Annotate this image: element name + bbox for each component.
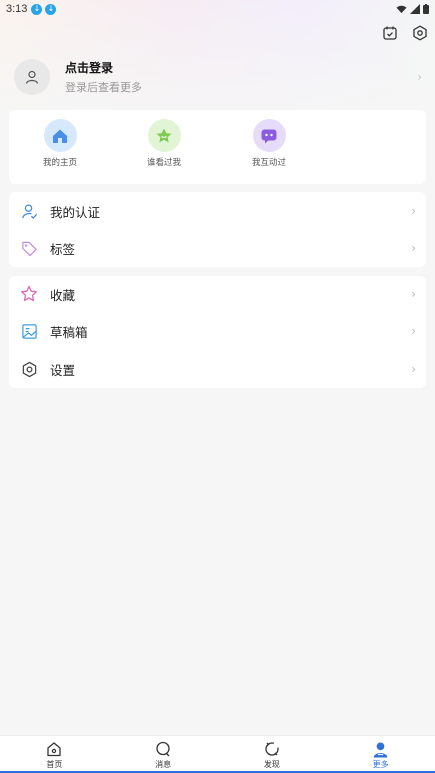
download-notification-icon: ↓ bbox=[31, 3, 43, 15]
menu-item-label: 标签 bbox=[50, 241, 76, 257]
nav-tab-home[interactable]: 首页 bbox=[0, 736, 109, 773]
chevron-right-icon: › bbox=[411, 204, 416, 218]
chevron-right-icon: › bbox=[411, 324, 416, 338]
quick-action-who-viewed-me[interactable]: 谁看过我 bbox=[132, 119, 196, 168]
home-icon bbox=[45, 740, 63, 758]
menu-item-drafts[interactable]: 草稿箱 › bbox=[9, 313, 426, 349]
checkin-calendar-icon[interactable] bbox=[381, 24, 399, 42]
home-icon bbox=[43, 119, 77, 152]
quick-action-label: 我的主页 bbox=[42, 158, 77, 168]
quick-action-my-homepage[interactable]: 我的主页 bbox=[28, 119, 92, 168]
menu-item-my-verification[interactable]: 我的认证 › bbox=[9, 193, 426, 229]
star-face-icon bbox=[147, 119, 181, 152]
quick-action-label: 谁看过我 bbox=[146, 158, 181, 168]
chevron-right-icon: › bbox=[411, 287, 416, 301]
tag-icon bbox=[20, 239, 38, 257]
nav-label: 消息 bbox=[155, 760, 172, 769]
menu-card-2: 收藏 › 草稿箱 › 设置 › bbox=[9, 276, 426, 388]
menu-card-1: 我的认证 › 标签 › bbox=[9, 192, 426, 267]
signal-icon bbox=[410, 4, 420, 14]
gear-icon bbox=[20, 360, 38, 378]
avatar bbox=[14, 59, 50, 95]
profile-icon bbox=[372, 740, 390, 758]
top-actions bbox=[381, 24, 429, 42]
menu-item-tags[interactable]: 标签 › bbox=[9, 230, 426, 266]
chevron-right-icon: › bbox=[411, 362, 416, 376]
star-icon bbox=[20, 285, 38, 303]
login-title: 点击登录 bbox=[65, 61, 114, 75]
status-time: 3:13 bbox=[6, 3, 28, 15]
menu-item-label: 收藏 bbox=[50, 287, 76, 303]
bottom-navigation: 首页 消息 发现 更多 bbox=[0, 735, 435, 773]
menu-item-label: 我的认证 bbox=[50, 204, 101, 220]
nav-label: 更多 bbox=[372, 760, 389, 769]
menu-item-label: 草稿箱 bbox=[50, 324, 88, 340]
menu-item-label: 设置 bbox=[50, 362, 76, 378]
scan-settings-icon[interactable] bbox=[411, 24, 429, 42]
message-icon bbox=[154, 740, 172, 758]
download-notification-icon: ↓ bbox=[45, 3, 57, 15]
quick-action-interacted[interactable]: 我互动过 bbox=[237, 119, 301, 168]
menu-item-settings[interactable]: 设置 › bbox=[9, 351, 426, 387]
nav-label: 发现 bbox=[263, 760, 280, 769]
nav-tab-more[interactable]: 更多 bbox=[326, 736, 435, 773]
status-icons bbox=[396, 4, 429, 14]
battery-icon bbox=[423, 4, 429, 14]
user-icon bbox=[25, 70, 39, 84]
menu-item-favorites[interactable]: 收藏 › bbox=[9, 276, 426, 312]
login-profile-row[interactable]: 点击登录 登录后查看更多 › bbox=[14, 58, 422, 96]
chat-bubble-icon bbox=[252, 119, 286, 152]
discover-icon bbox=[263, 740, 281, 758]
nav-tab-discover[interactable]: 发现 bbox=[218, 736, 327, 773]
status-bar: 3:13 ↓ ↓ bbox=[0, 0, 435, 18]
quick-action-label: 我互动过 bbox=[251, 158, 286, 168]
wifi-icon bbox=[396, 5, 407, 13]
nav-tab-messages[interactable]: 消息 bbox=[109, 736, 218, 773]
chevron-right-icon: › bbox=[411, 241, 416, 255]
quick-actions-card: 我的主页 谁看过我 我互动过 bbox=[9, 110, 426, 184]
chevron-right-icon: › bbox=[417, 70, 422, 84]
user-verify-icon bbox=[20, 202, 38, 220]
nav-label: 首页 bbox=[46, 760, 63, 769]
login-subtitle: 登录后查看更多 bbox=[65, 81, 142, 94]
drafts-icon bbox=[20, 322, 38, 340]
